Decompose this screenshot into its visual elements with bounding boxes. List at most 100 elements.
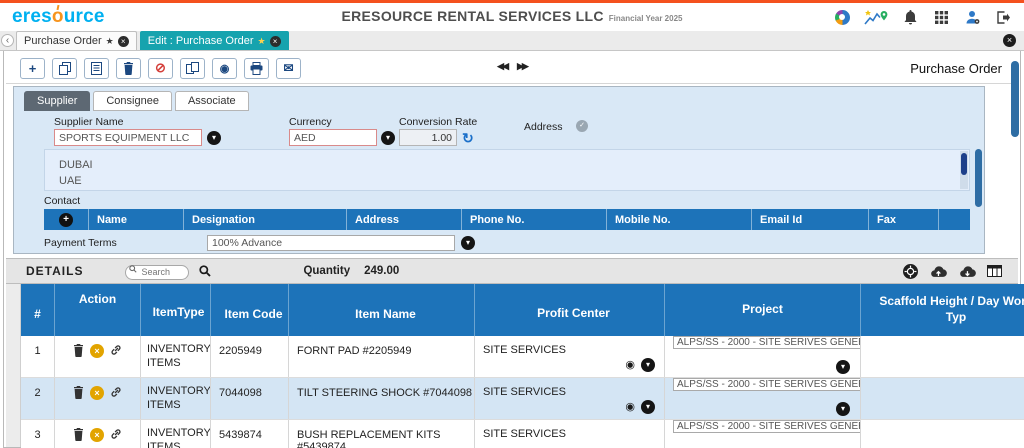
project-dropdown-icon[interactable]: ▾	[836, 360, 850, 374]
conversion-rate-label: Conversion Rate	[399, 116, 477, 128]
form-scrollbar-thumb[interactable]	[975, 149, 982, 207]
contact-col-fax: Fax	[868, 209, 938, 230]
tab-consignee[interactable]: Consignee	[93, 91, 172, 111]
link-row-icon[interactable]	[110, 386, 122, 398]
page-scrollbar-thumb[interactable]	[1011, 61, 1019, 137]
project-select-box[interactable]: ALPS/SS - 2000 - SITE SERIVES GENERAI	[673, 378, 861, 391]
clone-button[interactable]	[180, 58, 205, 79]
supplier-dropdown-icon[interactable]: ▾	[207, 131, 221, 145]
notifications-bell-icon[interactable]	[901, 8, 919, 26]
profit-dropdown-icon[interactable]: ▾	[641, 400, 655, 414]
project-select-box[interactable]: ALPS/SS - 2000 - SITE SERIVES GENERAI	[673, 336, 861, 349]
currency-dropdown-icon[interactable]: ▾	[381, 131, 395, 145]
cancel-record-button[interactable]: ⊘	[148, 58, 173, 79]
payment-terms-dropdown-icon[interactable]: ▾	[461, 236, 475, 250]
tab-associate[interactable]: Associate	[175, 91, 249, 111]
contact-col-address: Address	[346, 209, 461, 230]
contact-col-email: Email Id	[751, 209, 868, 230]
profit-radio-icon[interactable]: ◉	[625, 360, 635, 371]
user-profile-icon[interactable]	[963, 8, 981, 26]
plus-icon: +	[29, 61, 37, 76]
row-number: 2	[21, 378, 55, 419]
row-itemtype: INVENTORY ITEMS	[141, 336, 211, 377]
print-button[interactable]	[244, 58, 269, 79]
first-record-icon[interactable]: ◀◀	[497, 61, 507, 72]
company-title: ERESOURCE RENTAL SERVICES LLC	[342, 8, 604, 24]
profit-dropdown-icon[interactable]: ▾	[641, 358, 655, 372]
grid-settings-icon[interactable]	[903, 264, 918, 279]
favorite-star-icon[interactable]: ★	[106, 36, 114, 47]
details-search-box	[125, 262, 189, 280]
table-row[interactable]: 2 × INVENTORY ITEMS 7044098 TILT STEERIN…	[21, 378, 1024, 420]
tab-label: Edit : Purchase Order	[148, 35, 254, 47]
profit-radio-icon[interactable]: ◉	[625, 402, 635, 413]
cancel-row-icon[interactable]: ×	[90, 344, 104, 358]
row-itemname: BUSH REPLACEMENT KITS #5439874	[289, 420, 475, 448]
open-tabs-bar: ‹ Purchase Order ★ × Edit : Purchase Ord…	[0, 31, 1024, 51]
new-record-button[interactable]: +	[20, 58, 45, 79]
delete-button[interactable]	[116, 58, 141, 79]
cloud-download-icon[interactable]	[958, 265, 976, 278]
payment-terms-input[interactable]	[207, 235, 455, 251]
tab-close-icon[interactable]: ×	[270, 36, 281, 47]
tab-scroll-back-icon[interactable]: ‹	[1, 34, 14, 47]
last-record-icon[interactable]: ▶▶	[517, 61, 527, 72]
form-tabs: Supplier Consignee Associate	[24, 91, 249, 111]
row-itemtype: INVENTORY ITEMS	[141, 420, 211, 448]
supplier-name-input[interactable]	[54, 129, 202, 146]
table-row[interactable]: 1 × INVENTORY ITEMS 2205949 FORNT PAD #2…	[21, 336, 1024, 378]
project-dropdown-icon[interactable]: ▾	[836, 402, 850, 416]
tab-edit-purchase-order[interactable]: Edit : Purchase Order ★ ×	[140, 31, 289, 50]
printer-icon	[250, 62, 263, 75]
email-button[interactable]: ✉	[276, 58, 301, 79]
search-button-icon[interactable]	[199, 265, 211, 277]
currency-input[interactable]	[289, 129, 377, 146]
contact-table-header: + Name Designation Address Phone No. Mob…	[44, 209, 970, 230]
profit-center-value: SITE SERVICES	[483, 344, 566, 356]
record-status-button[interactable]: ◉	[212, 58, 237, 79]
delete-row-icon[interactable]	[73, 386, 84, 399]
details-table: # Action ItemType Item Code Item Name Pr…	[21, 284, 1024, 448]
row-scaffold	[861, 336, 1024, 377]
page-title: Purchase Order	[910, 61, 1002, 76]
row-itemcode: 2205949	[211, 336, 289, 377]
analytics-chart-icon[interactable]	[864, 8, 888, 26]
apps-grid-icon[interactable]	[932, 8, 950, 26]
project-select-box[interactable]: ALPS/SS - 2000 - SITE SERIVES GENERAI	[673, 420, 861, 433]
cancel-row-icon[interactable]: ×	[90, 386, 104, 400]
logout-icon[interactable]	[994, 8, 1012, 26]
row-actions: ×	[55, 336, 141, 377]
refresh-rate-icon[interactable]: ↻	[462, 131, 474, 145]
currency-label: Currency	[289, 116, 332, 128]
delete-row-icon[interactable]	[73, 428, 84, 441]
address-info-icon[interactable]: ✓	[576, 120, 588, 132]
prohibit-icon: ⊘	[155, 60, 166, 76]
delete-row-icon[interactable]	[73, 344, 84, 357]
dashboard-pie-icon[interactable]	[833, 8, 851, 26]
tab-supplier[interactable]: Supplier	[24, 91, 90, 111]
cloud-upload-icon[interactable]	[929, 265, 947, 278]
address-scrollbar-thumb[interactable]	[961, 153, 967, 175]
record-navigation: ◀◀ ▶▶	[497, 61, 527, 72]
copy-button[interactable]	[52, 58, 77, 79]
tab-purchase-order[interactable]: Purchase Order ★ ×	[16, 31, 137, 50]
column-layout-icon[interactable]	[987, 265, 1002, 277]
search-icon	[129, 265, 137, 273]
col-itemname: Item Name	[289, 284, 475, 336]
row-itemcode: 5439874	[211, 420, 289, 448]
add-contact-button[interactable]: +	[59, 213, 73, 227]
close-all-tabs-icon[interactable]: ×	[1003, 34, 1016, 47]
table-row[interactable]: 3 × INVENTORY ITEMS 5439874 BUSH REPLACE…	[21, 420, 1024, 448]
trash-icon	[123, 62, 134, 75]
document-view-button[interactable]	[84, 58, 109, 79]
favorite-star-icon[interactable]: ★	[258, 36, 266, 47]
address-line-1: DUBAI	[59, 157, 955, 173]
details-table-header: # Action ItemType Item Code Item Name Pr…	[21, 284, 1024, 336]
tab-label: Purchase Order	[24, 35, 102, 47]
tab-close-icon[interactable]: ×	[118, 36, 129, 47]
link-row-icon[interactable]	[110, 344, 122, 356]
address-display-box: DUBAI UAE	[44, 149, 970, 191]
cancel-row-icon[interactable]: ×	[90, 428, 104, 442]
conversion-rate-input[interactable]	[399, 129, 457, 146]
link-row-icon[interactable]	[110, 428, 122, 440]
